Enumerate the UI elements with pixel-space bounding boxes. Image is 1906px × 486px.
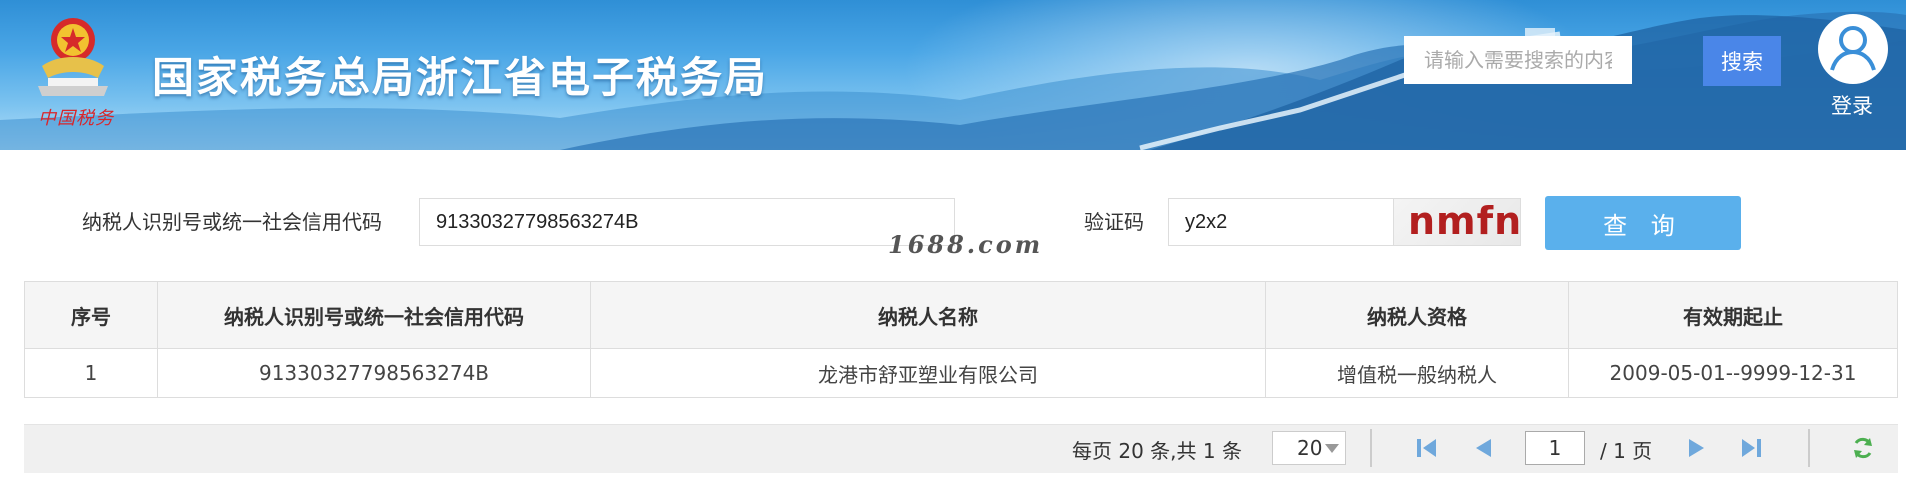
pager-divider (1808, 429, 1810, 467)
current-page-input[interactable]: 1 (1525, 431, 1585, 465)
taxpayer-id-input[interactable]: 91330327798563274B (419, 198, 955, 246)
site-title: 国家税务总局浙江省电子税务局 (152, 53, 769, 102)
taxpayer-id-label: 纳税人识别号或统一社会信用代码 (82, 210, 382, 234)
pager: 每页 20 条,共 1 条 20 1 / 1 页 (24, 424, 1898, 473)
next-page-icon[interactable] (1684, 435, 1710, 461)
header-index: 序号 (24, 281, 158, 349)
login-label[interactable]: 登录 (1831, 90, 1873, 120)
pager-summary: 每页 20 条,共 1 条 (1072, 439, 1242, 463)
result-table: 序号 纳税人识别号或统一社会信用代码 纳税人名称 纳税人资格 有效期起止 1 9… (24, 281, 1898, 398)
search-input[interactable] (1404, 36, 1632, 84)
pager-divider (1370, 429, 1372, 467)
login-avatar[interactable] (1818, 14, 1888, 84)
national-emblem-icon (38, 18, 108, 96)
page-size-select[interactable]: 20 (1272, 431, 1346, 465)
total-pages-label: / 1 页 (1600, 439, 1653, 463)
header-taxpayer-name: 纳税人名称 (590, 281, 1266, 349)
cell-validity: 2009-05-01--9999-12-31 (1568, 348, 1898, 398)
header-taxpayer-id: 纳税人识别号或统一社会信用代码 (157, 281, 591, 349)
captcha-label: 验证码 (1084, 210, 1144, 234)
query-button[interactable]: 查 询 (1545, 196, 1741, 250)
emblem-signature: 中国税务 (38, 108, 114, 129)
captcha-input[interactable]: y2x2 (1168, 198, 1396, 246)
page-size-value: 20 (1297, 436, 1323, 460)
chevron-down-icon (1325, 444, 1339, 453)
site-header: 中国税务 国家税务总局浙江省电子税务局 搜索 登录 (0, 0, 1906, 150)
search-button[interactable]: 搜索 (1703, 36, 1781, 86)
captcha-image[interactable]: nmfn (1393, 198, 1521, 246)
refresh-icon[interactable] (1850, 435, 1876, 461)
first-page-icon[interactable] (1414, 435, 1440, 461)
prev-page-icon[interactable] (1470, 435, 1496, 461)
watermark: 1688.com (888, 230, 1044, 259)
header-qualification: 纳税人资格 (1265, 281, 1569, 349)
cell-taxpayer-id: 91330327798563274B (157, 348, 591, 398)
last-page-icon[interactable] (1738, 435, 1764, 461)
table-row: 1 91330327798563274B 龙港市舒亚塑业有限公司 增值税一般纳税… (24, 348, 1898, 398)
cell-taxpayer-name: 龙港市舒亚塑业有限公司 (590, 348, 1266, 398)
cell-qualification: 增值税一般纳税人 (1265, 348, 1569, 398)
user-icon (1830, 26, 1876, 71)
cell-index: 1 (24, 348, 158, 398)
captcha-image-text: nmfn (1408, 199, 1521, 243)
table-header-row: 序号 纳税人识别号或统一社会信用代码 纳税人名称 纳税人资格 有效期起止 (24, 281, 1898, 349)
header-validity: 有效期起止 (1568, 281, 1898, 349)
